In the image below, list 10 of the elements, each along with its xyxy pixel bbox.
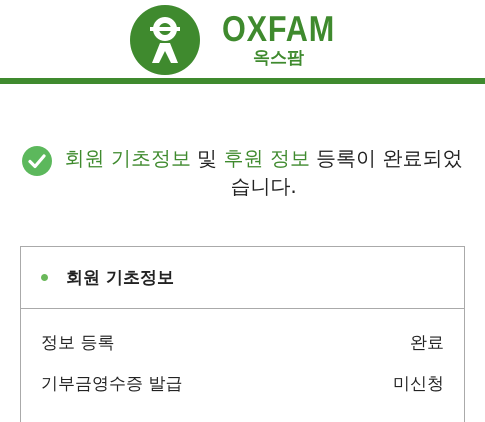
row-value: 미신청 <box>393 373 444 395</box>
row-value: 완료 <box>410 332 444 354</box>
card-title: 회원 기초정보 <box>66 267 174 289</box>
logo-icon <box>130 5 200 75</box>
completion-message: 회원 기초정보 및 후원 정보 등록이 완료되었습니다. <box>64 145 464 200</box>
row-label: 기부금영수증 발급 <box>41 373 182 395</box>
check-icon <box>22 146 52 176</box>
row-label: 정보 등록 <box>41 332 114 354</box>
brand-name: OXFAM <box>222 11 336 47</box>
brand-subtitle: 옥스팜 <box>252 50 304 67</box>
